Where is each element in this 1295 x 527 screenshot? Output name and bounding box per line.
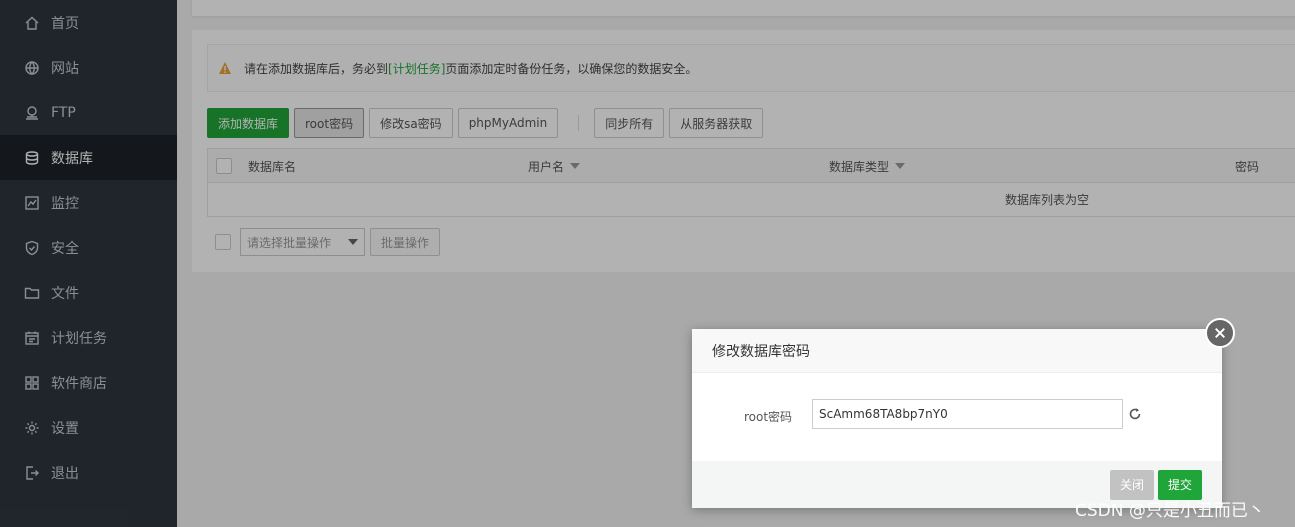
submit-button[interactable]: 提交 (1157, 469, 1202, 500)
close-icon[interactable] (1205, 318, 1235, 348)
root-password-input[interactable] (812, 399, 1123, 429)
root-password-label: root密码 (744, 410, 793, 424)
dialog-body: root密码 (692, 373, 1222, 461)
close-button[interactable]: 关闭 (1109, 469, 1154, 500)
watermark: CSDN @只是小丑而已丶 (1075, 501, 1265, 521)
change-password-dialog: 修改数据库密码 root密码 关闭 提交 (692, 329, 1222, 508)
dialog-title: 修改数据库密码 (692, 329, 1222, 373)
refresh-icon[interactable] (1128, 407, 1142, 421)
